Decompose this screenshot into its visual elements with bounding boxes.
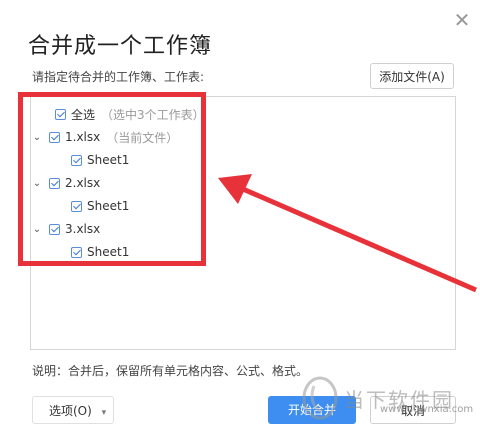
merge-workbook-dialog: 合并成一个工作簿 ✕ 请指定待合并的工作簿、工作表: 添加文件(A) 全选 （选… [0,0,480,440]
watermark: 当下软件园 [300,368,480,428]
watermark-logo-icon [302,376,338,420]
options-button[interactable]: 选项(O) ▾ [32,396,114,424]
caret-down-icon: ▾ [101,408,107,418]
options-label: 选项(O) [49,404,92,418]
note-text: 说明：合并后，保留所有单元格内容、公式、格式。 [32,364,309,378]
watermark-url: www.downxia.com [380,404,474,415]
